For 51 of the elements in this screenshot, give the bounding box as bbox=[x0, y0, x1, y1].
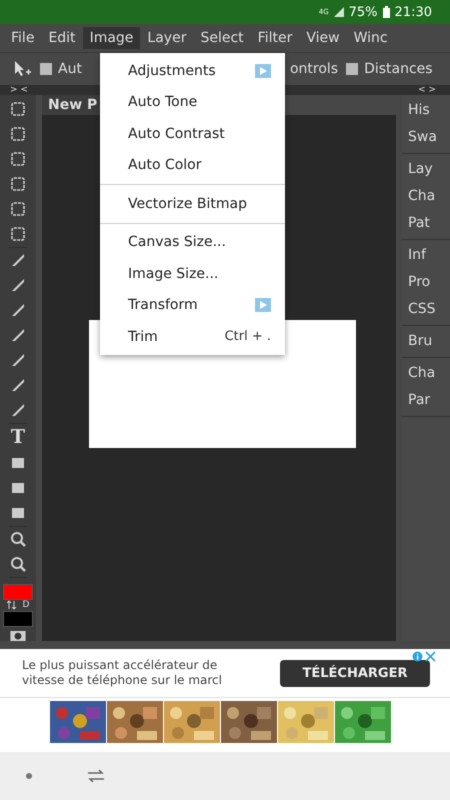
menu-entry[interactable]: Auto Color bbox=[100, 150, 285, 181]
zoom-icon[interactable] bbox=[9, 555, 27, 573]
panel-tab[interactable]: Pro bbox=[402, 269, 450, 296]
menu-item[interactable]: View bbox=[299, 27, 347, 49]
battery-level: 75% bbox=[348, 4, 378, 20]
menu-item[interactable]: Image bbox=[82, 27, 140, 49]
option-checkbox[interactable]: Distances bbox=[346, 61, 433, 77]
clock: 21:30 bbox=[394, 4, 432, 20]
panel-tab[interactable]: Cha bbox=[402, 183, 450, 210]
background-color[interactable] bbox=[3, 610, 33, 627]
ad-text: Le plus puissant accélérateur de vitesse de téléphone sur le marcl bbox=[22, 658, 223, 688]
info-icon[interactable] bbox=[412, 651, 423, 662]
menu-entry[interactable]: Adjustments bbox=[100, 55, 285, 86]
collapse-toggle[interactable]: > < bbox=[10, 85, 28, 95]
panel-tab[interactable]: Inf bbox=[402, 242, 450, 269]
expand-toggle[interactable]: < > bbox=[418, 85, 436, 95]
menu-entry[interactable]: Transform bbox=[100, 290, 285, 321]
menu-item[interactable]: Filter bbox=[250, 27, 300, 49]
menu-entry[interactable]: Auto Contrast bbox=[100, 118, 285, 150]
menu-item[interactable]: Layer bbox=[140, 27, 194, 49]
panel-tab[interactable]: Cha bbox=[402, 360, 450, 387]
text-tool[interactable]: T bbox=[10, 427, 26, 447]
dot-icon[interactable] bbox=[26, 773, 32, 779]
option-label: ontrols bbox=[290, 61, 338, 77]
menu-entry[interactable]: Image Size... bbox=[100, 258, 285, 290]
menu-item[interactable]: File bbox=[4, 27, 42, 49]
panel-tab[interactable]: His bbox=[402, 97, 450, 124]
menu-entry[interactable]: Trim Ctrl + . bbox=[100, 321, 285, 352]
download-button[interactable]: TÉLÉCHARGER bbox=[280, 660, 430, 686]
menu-item[interactable]: Edit bbox=[41, 27, 83, 49]
panel-tab[interactable]: Lay bbox=[402, 156, 450, 183]
menu-entry[interactable]: Canvas Size... bbox=[100, 226, 285, 258]
move-tool-icon[interactable] bbox=[12, 59, 32, 79]
panel-tab[interactable]: Bru bbox=[402, 328, 450, 355]
menu-item[interactable]: Select bbox=[193, 27, 251, 49]
option-checkbox[interactable]: Aut bbox=[40, 61, 82, 77]
panel-tab[interactable]: Par bbox=[402, 387, 450, 414]
default-colors[interactable]: D bbox=[22, 600, 30, 610]
battery-icon bbox=[382, 6, 390, 18]
panel-tab[interactable]: Swa bbox=[402, 124, 450, 151]
signal-icon bbox=[334, 7, 344, 17]
panel-tab[interactable]: CSS bbox=[402, 296, 450, 323]
foreground-color[interactable] bbox=[3, 584, 33, 600]
panel-tab[interactable]: Pat bbox=[402, 210, 450, 237]
menu-entry[interactable]: Vectorize Bitmap bbox=[100, 188, 285, 220]
menu-item[interactable]: Winc bbox=[346, 27, 395, 49]
close-icon[interactable] bbox=[425, 651, 436, 662]
swap-icon[interactable] bbox=[6, 600, 17, 610]
marquee-icon[interactable] bbox=[9, 125, 27, 143]
mask-icon[interactable] bbox=[9, 630, 27, 641]
recents-icon[interactable] bbox=[87, 769, 105, 783]
